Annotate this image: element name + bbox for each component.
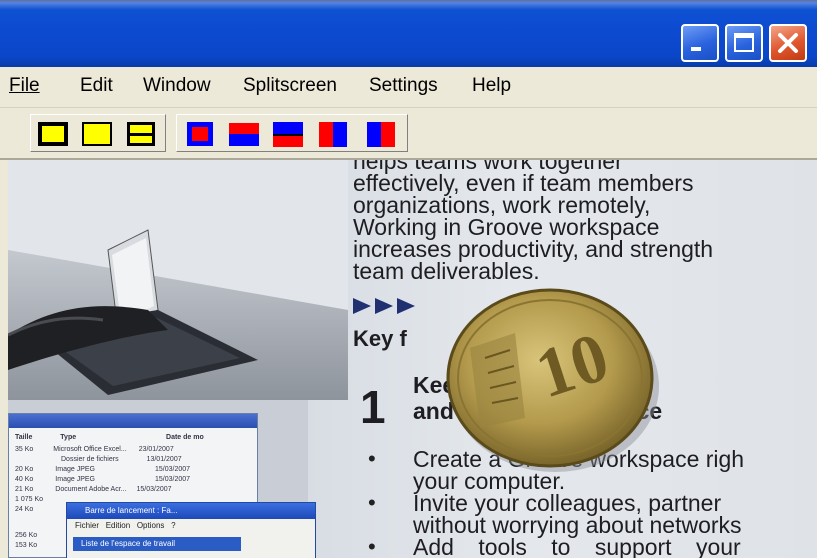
menu-settings[interactable]: Settings bbox=[369, 75, 438, 97]
split-vertical-red-left-button[interactable] bbox=[315, 119, 351, 149]
mini-cell: 35 Ko bbox=[15, 446, 34, 453]
doc-line: Working in Groove workspace bbox=[353, 214, 660, 240]
doc-line: effectively, even if team members bbox=[353, 170, 694, 196]
mini-col-size: Taille bbox=[15, 434, 33, 441]
split-horizontal-blue-red-icon bbox=[273, 122, 303, 147]
maximize-icon bbox=[734, 33, 754, 52]
mini-col-date: Date de mo bbox=[166, 434, 204, 441]
mini-row: 24 Ko bbox=[15, 506, 33, 513]
toolbar-group-single bbox=[30, 114, 166, 152]
menu-bar: File Edit Window Splitscreen Settings He… bbox=[0, 67, 817, 108]
view-single-yellow-icon bbox=[38, 122, 68, 146]
split-vertical-blue-red-icon bbox=[367, 122, 395, 147]
split-horizontal-blue-top-button[interactable] bbox=[269, 119, 305, 149]
bullet-dot: • bbox=[368, 490, 376, 515]
mini-menu-item: Edition bbox=[105, 521, 131, 530]
mini-menu-item: Fichier bbox=[75, 521, 100, 530]
title-bar[interactable] bbox=[0, 0, 817, 67]
mini-cell: Image JPEG bbox=[55, 476, 95, 483]
mini-cell: 24 Ko bbox=[15, 506, 34, 513]
close-button[interactable] bbox=[769, 24, 807, 62]
mini-cell: 21 Ko bbox=[15, 486, 34, 493]
laptop-photo bbox=[8, 160, 348, 400]
view-single-button[interactable] bbox=[35, 119, 71, 149]
mini-cell: 1 075 Ko bbox=[15, 496, 44, 503]
mini-cell: 40 Ko bbox=[15, 476, 34, 483]
menu-window[interactable]: Window bbox=[143, 75, 211, 97]
mini-cell: Image JPEG bbox=[55, 466, 95, 473]
menu-window-label: Window bbox=[143, 75, 211, 96]
minimize-icon bbox=[691, 47, 701, 51]
mini-header-row: Taille Type Date de mo bbox=[15, 434, 204, 441]
menu-settings-label: Settings bbox=[369, 75, 438, 96]
split-center-button[interactable] bbox=[181, 119, 217, 149]
mini-cell: 15/03/2007 bbox=[154, 476, 191, 483]
key-heading: Key f bbox=[353, 326, 407, 351]
view-single-yellow-wide-icon bbox=[82, 122, 112, 146]
arrow-bullets-icon bbox=[353, 295, 433, 322]
mini-cell: 13/01/2007 bbox=[146, 456, 182, 463]
toolbar bbox=[0, 108, 817, 160]
mini-row: 35 Ko Microsoft Office Excel... 23/01/2007 bbox=[15, 446, 174, 453]
doc-line: increases productivity, and strength bbox=[353, 236, 714, 262]
doc-line: organizations, work remotely, bbox=[353, 192, 651, 218]
mini-cell: 15/03/2007 bbox=[136, 486, 172, 493]
split-horizontal-red-top-button[interactable] bbox=[225, 119, 261, 149]
mini-explorer-titlebar bbox=[9, 414, 257, 428]
split-vertical-blue-left-button[interactable] bbox=[363, 119, 399, 149]
mini-dialog-title: Barre de lancement : Fa... bbox=[67, 503, 315, 519]
mini-cell: Document Adobe Acr... bbox=[55, 486, 127, 493]
menu-edit[interactable]: Edit bbox=[80, 75, 113, 97]
app-window: File Edit Window Splitscreen Settings He… bbox=[0, 0, 817, 558]
mini-row: 20 Ko Image JPEG 15/03/2007 bbox=[15, 466, 190, 473]
mini-cell: 20 Ko bbox=[15, 466, 34, 473]
mini-row: 153 Ko bbox=[15, 542, 37, 549]
menu-help[interactable]: Help bbox=[472, 75, 511, 97]
bullet-text: Add tools to support your bbox=[413, 534, 741, 558]
minimize-button[interactable] bbox=[681, 24, 719, 62]
euro-coin-image: 10 bbox=[440, 278, 660, 478]
laptop-illustration bbox=[8, 160, 348, 400]
mini-launch-dialog: Barre de lancement : Fa... Fichier Editi… bbox=[66, 502, 316, 558]
toolbar-group-split bbox=[176, 114, 408, 152]
close-icon bbox=[778, 33, 798, 53]
mini-row: 40 Ko Image JPEG 15/03/2007 bbox=[15, 476, 190, 483]
mini-cell: Dossier de fichiers bbox=[61, 456, 119, 463]
mini-col-type: Type bbox=[60, 434, 77, 441]
mini-menu-item: Options bbox=[136, 521, 165, 530]
mini-menu-item: ? bbox=[171, 521, 176, 530]
bullet-text: without worrying about networks bbox=[413, 512, 742, 538]
menu-help-label: Help bbox=[472, 75, 512, 96]
camera-view[interactable]: Taille Type Date de mo 35 Ko Microsoft Of… bbox=[8, 160, 817, 558]
mini-dialog-menu: Fichier Edition Options ? bbox=[67, 519, 315, 532]
maximize-button[interactable] bbox=[725, 24, 763, 62]
section-number: 1 bbox=[360, 381, 386, 433]
menu-file-label: File bbox=[9, 75, 40, 96]
menu-edit-label: Edit bbox=[80, 75, 113, 96]
window-controls bbox=[681, 24, 807, 62]
menu-splitscreen[interactable]: Splitscreen bbox=[243, 75, 337, 97]
menu-file[interactable]: File bbox=[9, 75, 40, 97]
menu-splitscreen-label: Splitscreen bbox=[243, 75, 337, 96]
bullet-dot: • bbox=[368, 534, 376, 558]
mini-row: Dossier de fichiers 13/01/2007 bbox=[15, 456, 182, 463]
view-split-yellow-icon bbox=[127, 122, 155, 146]
split-vertical-red-blue-icon bbox=[319, 122, 347, 147]
mini-row: 21 Ko Document Adobe Acr... 15/03/2007 bbox=[15, 486, 172, 493]
mini-cell: 23/01/2007 bbox=[138, 446, 174, 453]
mini-row: 256 Ko bbox=[15, 532, 37, 539]
mini-row: 1 075 Ko bbox=[15, 496, 43, 503]
mini-cell: 15/03/2007 bbox=[154, 466, 191, 473]
view-single-wide-button[interactable] bbox=[79, 119, 115, 149]
bullet-text: Invite your colleagues, partner bbox=[413, 490, 722, 516]
mini-cell: 256 Ko bbox=[15, 532, 38, 539]
split-red-blue-center-icon bbox=[187, 122, 213, 146]
bullet-dot: • bbox=[368, 446, 376, 471]
mini-cell: Microsoft Office Excel... bbox=[53, 446, 127, 453]
mini-dialog-selection: Liste de l'espace de travail bbox=[73, 537, 241, 551]
mini-cell: 153 Ko bbox=[15, 542, 38, 549]
view-split-yellow-button[interactable] bbox=[123, 119, 159, 149]
split-horizontal-red-blue-icon bbox=[229, 123, 259, 146]
